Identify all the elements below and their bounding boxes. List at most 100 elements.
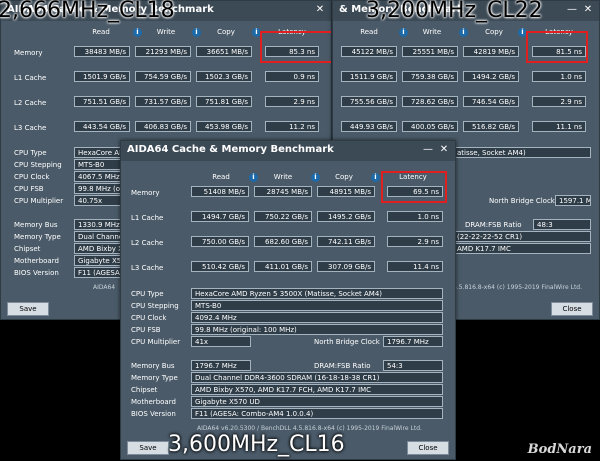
l3-copy: 516.82 GB/s [463,121,519,132]
memory-bus-value: 1796.7 MHz [191,360,251,371]
l2-write: 728.62 GB/s [402,96,458,107]
label-cpu-stepping: CPU Stepping [14,161,62,169]
dram-fsb-value: 54:3 [383,360,443,371]
memory-write: 28745 MB/s [254,186,312,197]
nb-clock-value: 1796.7 MHz [383,336,443,347]
save-button[interactable]: Save [127,441,169,455]
label-cpu-stepping: CPU Stepping [131,302,179,310]
label-cpu-type: CPU Type [14,149,47,157]
version-footer: 4.5.816.8-x64 (c) 1995-2019 FinalWire Lt… [453,284,583,291]
version-footer: AIDA64 v6.20.5300 / BenchDLL 4.5.816.8-x… [197,425,422,432]
benchmark-window-3600: AIDA64 Cache & Memory Benchmark — ✕ Read… [120,140,456,460]
info-icon[interactable]: i [459,28,468,37]
overlay-label-3600: 3,600MHz_CL16 [168,432,345,457]
header-read: Read [360,28,378,36]
close-button[interactable]: Close [551,302,593,316]
l2-latency: 2.9 ns [532,96,586,107]
chipset-value: AMD K17.7 IMC [453,243,591,254]
label-cpu-clock: CPU Clock [131,314,167,322]
row-label-memory: Memory [14,49,43,57]
row-label-l2: L2 Cache [14,99,47,107]
overlay-label-2666: 2,666MHz_CL18 [0,0,175,23]
label-chipset: Chipset [14,245,41,253]
header-write: Write [273,173,293,181]
label-cpu-clock: CPU Clock [14,173,50,181]
info-icon[interactable]: i [249,173,258,182]
label-memory-type: Memory Type [131,374,178,382]
header-copy: Copy [335,173,353,181]
header-copy: Copy [485,28,503,36]
label-memory-bus: Memory Bus [14,221,58,229]
nb-clock-value: 1597.1 MHz [555,195,591,206]
label-motherboard: Motherboard [14,257,59,265]
label-nb-clock: North Bridge Clock [314,338,380,346]
l3-write: 400.05 GB/s [402,121,458,132]
cpu-fsb-value: 99.8 MHz (original: 100 MHz) [191,324,443,335]
cpu-type-value: atisse, Socket AM4) [453,147,591,158]
motherboard-value: Gigabyte X570 UD [191,396,443,407]
title-bar: AIDA64 Cache & Memory Benchmark — ✕ [121,141,455,161]
l2-read: 751.51 GB/s [74,96,130,107]
l1-write: 759.38 GB/s [402,71,458,82]
l2-copy: 751.81 GB/s [196,96,252,107]
l2-latency: 2.9 ns [265,96,319,107]
l3-latency: 11.2 ns [265,121,319,132]
l2-read: 750.00 GB/s [191,236,249,247]
l3-read: 510.42 GB/s [191,261,249,272]
l1-latency: 0.9 ns [265,71,319,82]
memory-copy: 42819 MB/s [463,46,519,57]
row-label-memory: Memory [131,189,160,197]
chipset-value: AMD Bixby X570, AMD K17.7 FCH, AMD K17.7… [191,384,443,395]
row-label-l1: L1 Cache [14,74,47,82]
minimize-icon[interactable]: — [421,143,435,157]
overlay-label-3200: 3,200MHz_CL22 [366,0,543,23]
l1-write: 750.22 GB/s [254,211,312,222]
row-label-l1: L1 Cache [131,214,164,222]
memory-read: 38483 MB/s [74,46,130,57]
cpu-multiplier-value: 41x [191,336,251,347]
label-dram-fsb: DRAM:FSB Ratio [465,221,522,229]
minimize-icon[interactable]: — [565,3,579,17]
l1-copy: 1502.3 GB/s [196,71,252,82]
info-icon[interactable]: i [371,173,380,182]
l1-latency: 1.0 ns [387,211,443,222]
memory-read: 51408 MB/s [191,186,249,197]
save-button[interactable]: Save [7,302,49,316]
label-bios-version: BIOS Version [14,269,59,277]
memory-copy: 36651 MB/s [196,46,252,57]
memory-copy: 48915 MB/s [317,186,375,197]
l1-copy: 1495.2 GB/s [317,211,375,222]
l1-read: 1501.9 GB/s [74,71,130,82]
close-icon[interactable]: ✕ [581,3,595,17]
label-dram-fsb: DRAM:FSB Ratio [314,362,371,370]
latency-highlight [260,31,331,63]
info-icon[interactable]: i [399,28,408,37]
l2-latency: 2.9 ns [387,236,443,247]
info-icon[interactable]: i [311,173,320,182]
memory-type-value: Dual Channel DDR4-3600 SDRAM (16-18-18-3… [191,372,443,383]
l3-write: 411.01 GB/s [254,261,312,272]
header-copy: Copy [217,28,235,36]
window-title: AIDA64 Cache & Memory Benchmark [127,144,334,155]
label-motherboard: Motherboard [131,398,176,406]
l3-read: 443.54 GB/s [74,121,130,132]
cpu-stepping-value: MTS-B0 [191,300,443,311]
label-cpu-fsb: CPU FSB [14,185,44,193]
l3-latency: 11.4 ns [387,261,443,272]
close-button[interactable]: Close [407,441,449,455]
l1-latency: 1.0 ns [532,71,586,82]
bios-version-value: F11 (AGESA: Combo-AM4 1.0.0.4) [191,408,443,419]
l2-copy: 746.54 GB/s [463,96,519,107]
l1-write: 754.59 GB/s [135,71,191,82]
header-read: Read [92,28,110,36]
info-icon[interactable]: i [192,28,201,37]
l3-latency: 11.1 ns [532,121,586,132]
close-icon[interactable]: ✕ [437,143,451,157]
l2-read: 755.56 GB/s [341,96,397,107]
info-icon[interactable]: i [133,28,142,37]
label-chipset: Chipset [131,386,158,394]
cpu-clock-value: 4092.4 MHz [191,312,443,323]
l2-write: 731.57 GB/s [135,96,191,107]
watermark-logo: BodNara [527,442,592,457]
close-icon[interactable]: ✕ [313,3,327,17]
